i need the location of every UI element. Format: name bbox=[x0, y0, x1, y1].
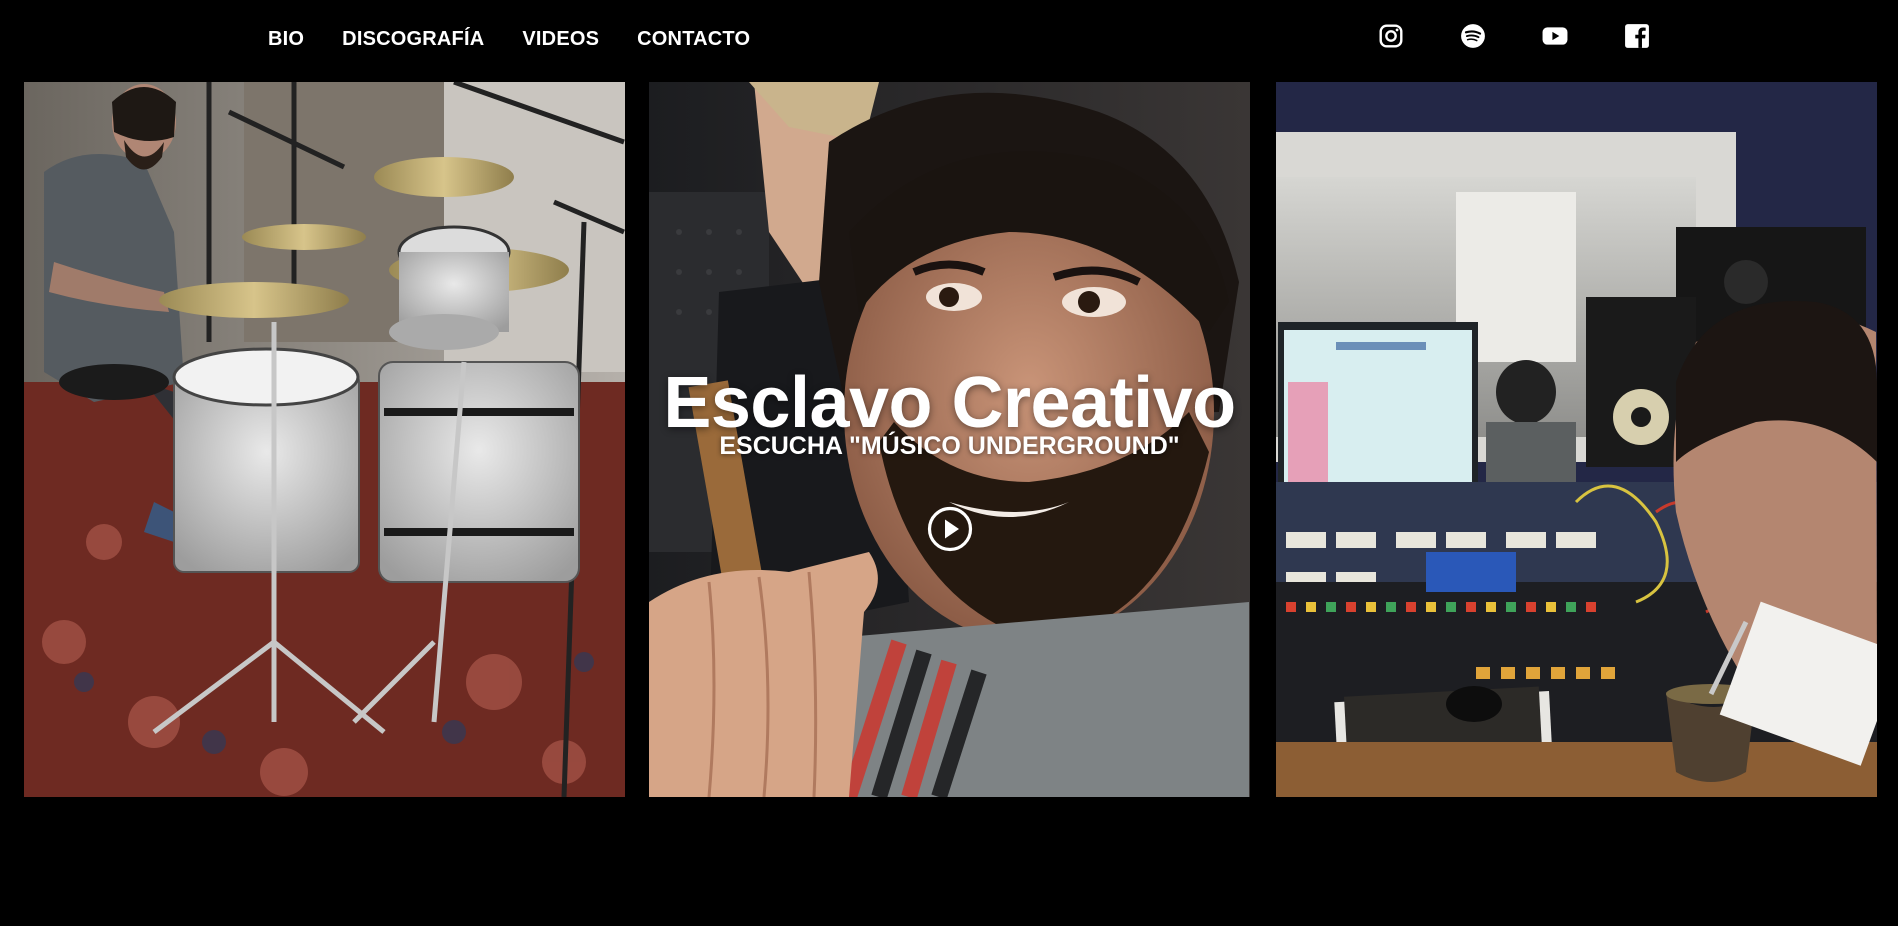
hero-subtitle[interactable]: ESCUCHA "MÚSICO UNDERGROUND" bbox=[649, 432, 1250, 461]
instagram-icon[interactable] bbox=[1378, 23, 1404, 49]
nav-contacto-link[interactable]: CONTACTO bbox=[637, 28, 750, 51]
top-navigation-bar: BIO DISCOGRAFÍA VIDEOS CONTACTO bbox=[0, 0, 1898, 82]
facebook-icon[interactable] bbox=[1624, 23, 1650, 49]
panel-studio-console-photo bbox=[1276, 82, 1877, 797]
hero-overlay: Esclavo Creativo ESCUCHA "MÚSICO UNDERGR… bbox=[649, 82, 1250, 797]
social-links bbox=[1378, 23, 1650, 49]
spotify-icon[interactable] bbox=[1460, 23, 1486, 49]
youtube-icon[interactable] bbox=[1542, 23, 1568, 49]
panel-drummer-photo bbox=[24, 82, 625, 797]
play-icon[interactable] bbox=[927, 506, 973, 552]
nav-discografia-link[interactable]: DISCOGRAFÍA bbox=[342, 28, 484, 51]
nav-bio-link[interactable]: BIO bbox=[268, 28, 304, 51]
main-nav: BIO DISCOGRAFÍA VIDEOS CONTACTO bbox=[268, 28, 750, 51]
nav-videos-link[interactable]: VIDEOS bbox=[522, 28, 599, 51]
